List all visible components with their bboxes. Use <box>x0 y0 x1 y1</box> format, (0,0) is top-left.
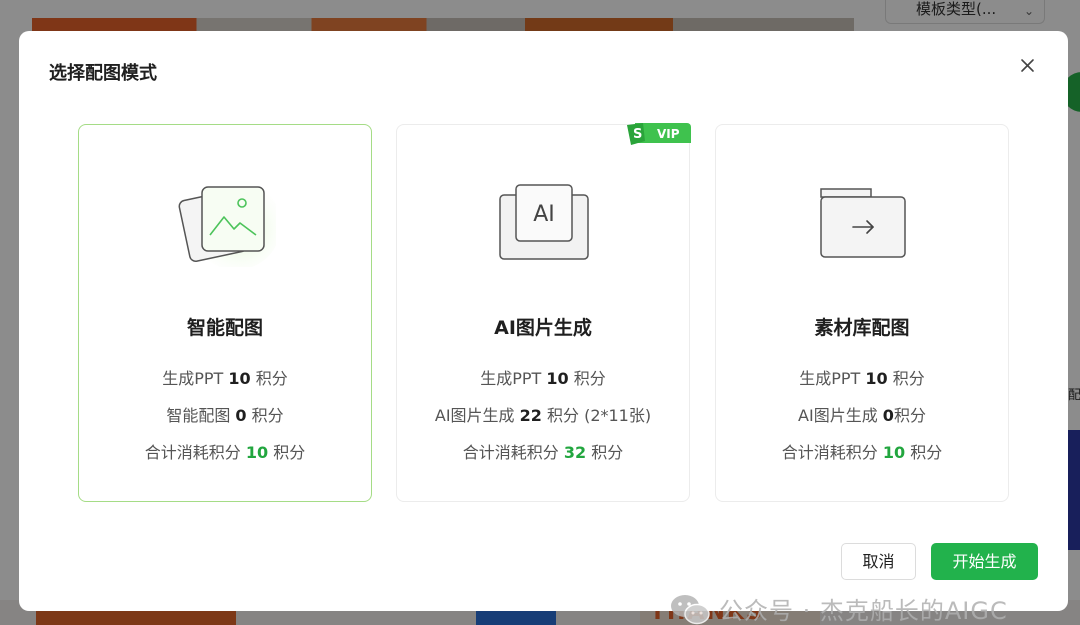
cost-line-total: 合计消耗积分 10 积分 <box>781 443 943 462</box>
cost-line-total: 合计消耗积分 32 积分 <box>462 443 624 462</box>
mode-card-smart[interactable]: 智能配图 生成PPT 10 积分 智能配图 0 积分 合计消耗积分 10 积分 <box>78 124 372 502</box>
cancel-button[interactable]: 取消 <box>841 543 916 580</box>
vip-badge: S VIP <box>627 123 691 145</box>
cost-line-ppt: 生成PPT 10 积分 <box>162 369 288 388</box>
wechat-icon <box>671 594 710 624</box>
folder-arrow-icon <box>820 188 906 258</box>
vip-badge-s: S <box>633 127 642 142</box>
dialog-title: 选择配图模式 <box>49 63 157 84</box>
cost-line-ppt: 生成PPT 10 积分 <box>799 369 925 388</box>
close-icon <box>1021 59 1034 72</box>
mode-card-library[interactable]: 素材库配图 生成PPT 10 积分 AI图片生成 0积分 合计消耗积分 10 积… <box>715 124 1009 502</box>
watermark-text: 公众号 · 杰克船长的AIGC <box>719 597 1008 625</box>
ai-icon-text: AI <box>533 202 555 227</box>
cost-line-image: AI图片生成 0积分 <box>798 406 926 425</box>
start-generate-button[interactable]: 开始生成 <box>931 543 1038 580</box>
vip-badge-label: VIP <box>657 127 680 141</box>
ai-image-icon: AI <box>499 184 589 260</box>
mode-card-ai[interactable]: S VIP AI AI图片生成 生成PPT 10 积分 AI图片生成 22 积分… <box>396 123 691 502</box>
image-gallery-icon <box>178 180 276 267</box>
cost-line-ppt: 生成PPT 10 积分 <box>480 369 606 388</box>
cost-line-image: AI图片生成 22 积分 (2*11张) <box>434 406 652 425</box>
image-mode-dialog: 选择配图模式 智能配图 生成PPT 10 积分 智能配图 0 积分 合计消耗积分… <box>19 31 1068 625</box>
card-title: AI图片生成 <box>494 317 592 339</box>
cost-line-image: 智能配图 0 积分 <box>166 406 284 425</box>
card-title: 智能配图 <box>186 317 263 339</box>
close-button[interactable] <box>1017 55 1039 77</box>
cost-line-total: 合计消耗积分 10 积分 <box>144 443 306 462</box>
card-title: 素材库配图 <box>814 317 910 339</box>
watermark: 公众号 · 杰克船长的AIGC <box>669 591 1008 625</box>
